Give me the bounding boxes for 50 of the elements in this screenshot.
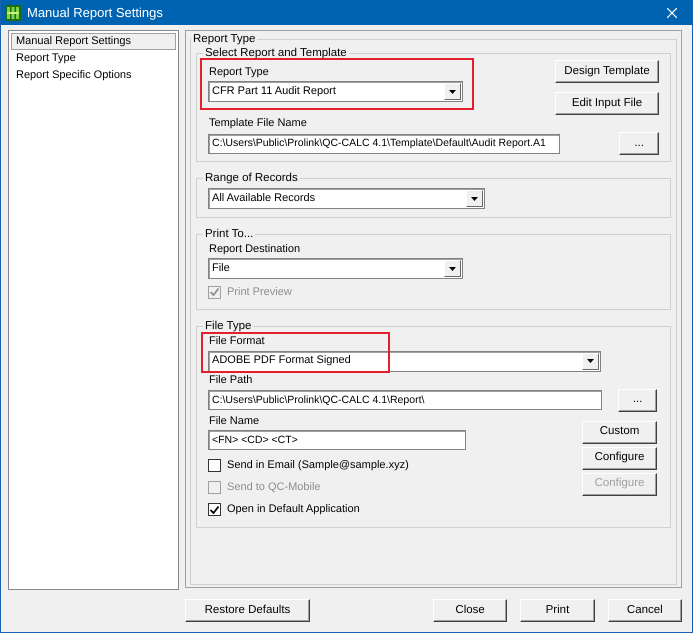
range-dropdown[interactable]: All Available Records — [208, 188, 485, 210]
group-title: Range of Records — [204, 171, 299, 186]
window-title: Manual Report Settings — [27, 4, 164, 20]
checkbox-label: Print Preview — [227, 286, 292, 299]
group-title: Report Type — [192, 32, 256, 46]
check-icon — [210, 506, 219, 514]
dropdown-button[interactable] — [444, 260, 461, 278]
file-format-dropdown[interactable]: ADOBE PDF Format Signed — [208, 350, 601, 372]
field-label: Report Destination — [209, 243, 300, 256]
caret-icon — [449, 266, 456, 271]
browse-button[interactable]: ... — [619, 132, 659, 156]
checkbox[interactable] — [208, 503, 221, 516]
checkbox[interactable] — [208, 459, 221, 472]
dialog-button[interactable]: Print — [520, 599, 595, 622]
list-item[interactable]: Manual Report Settings — [11, 33, 176, 50]
report-type-dropdown[interactable]: CFR Part 11 Audit Report — [208, 81, 463, 102]
dialog-button[interactable]: Restore Defaults — [185, 599, 310, 622]
destination-dropdown[interactable]: File — [208, 258, 463, 280]
field-label: File Name — [209, 414, 260, 428]
design-template-button[interactable]: Design Template — [555, 60, 659, 83]
group-title: File Type — [204, 319, 252, 334]
dropdown-button[interactable] — [466, 190, 483, 208]
caret-icon — [471, 196, 478, 201]
caret-icon — [587, 359, 594, 364]
file-name-field[interactable]: <FN> <CD> <CT> — [208, 430, 466, 450]
group-title: Print To... — [204, 227, 254, 242]
caret-icon — [449, 90, 456, 94]
checkbox-label: Send in Email (Sample@sample.xyz) — [227, 459, 409, 473]
close-icon — [667, 8, 677, 18]
browse-button[interactable]: ... — [618, 388, 657, 412]
field-label: File Path — [209, 374, 252, 387]
check-icon — [210, 288, 219, 296]
list-item[interactable]: Report Type — [11, 50, 176, 68]
app-icon — [5, 4, 21, 20]
custom-button[interactable]: Custom — [582, 420, 657, 444]
dropdown-button[interactable] — [444, 83, 461, 100]
template-file-field[interactable]: C:\Users\Public\Prolink\QC-CALC 4.1\Template\Default\Audit Report.A1 — [208, 134, 560, 154]
configure-button[interactable]: Configure — [582, 446, 657, 470]
field-label: File Format — [209, 335, 265, 349]
dropdown-button[interactable] — [582, 352, 599, 370]
group-title: Select Report and Template — [204, 46, 348, 60]
checkbox-label: Open in Default Application — [227, 503, 360, 517]
dialog-button[interactable]: Cancel — [608, 599, 682, 622]
list-item[interactable]: Report Specific Options — [11, 67, 176, 85]
edit-input-file-button[interactable]: Edit Input File — [555, 92, 659, 115]
dialog-button[interactable]: Close — [432, 599, 508, 622]
checkbox-label: Send to QC-Mobile — [227, 481, 321, 495]
field-label: Template File Name — [209, 117, 307, 130]
field-label: Report Type — [209, 66, 269, 80]
file-path-field[interactable]: C:\Users\Public\Prolink\QC-CALC 4.1\Report\ — [208, 390, 602, 410]
